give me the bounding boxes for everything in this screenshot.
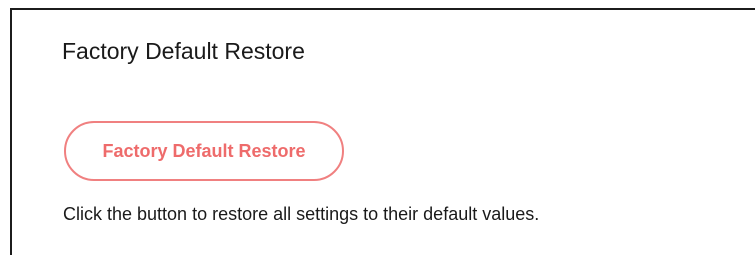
factory-restore-panel: Factory Default Restore Factory Default … [10, 8, 755, 255]
factory-default-restore-button[interactable]: Factory Default Restore [64, 121, 344, 181]
restore-description: Click the button to restore all settings… [63, 204, 540, 224]
section-title: Factory Default Restore [62, 38, 305, 64]
